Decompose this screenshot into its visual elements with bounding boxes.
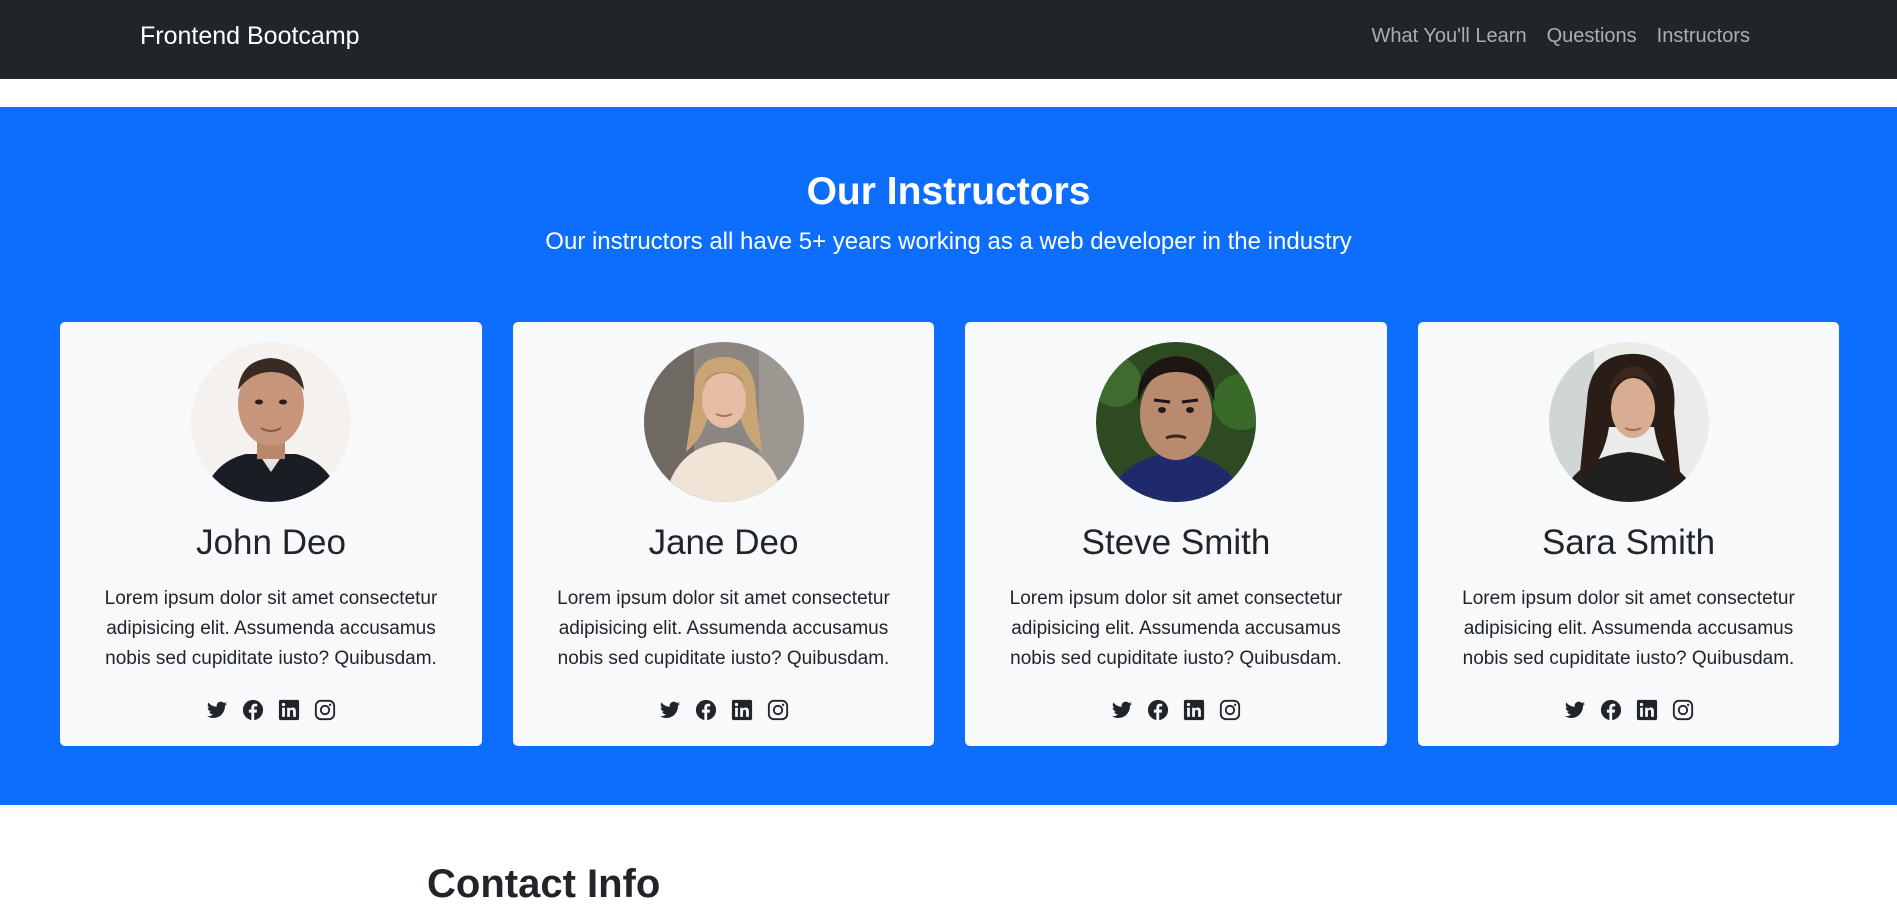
linkedin-icon[interactable] [278,699,300,721]
instructor-bio: Lorem ipsum dolor sit amet consectetur a… [1009,588,1343,669]
instructor-bio: Lorem ipsum dolor sit amet consectetur a… [557,588,890,669]
linkedin-icon[interactable] [731,699,753,721]
social-links [1418,699,1840,721]
nav-link-instructors[interactable]: Instructors [1657,22,1750,50]
instructor-name: John Deo [196,523,346,562]
avatar [1548,342,1709,502]
twitter-icon[interactable] [659,699,681,721]
avatar [643,342,804,502]
instructor-name: Jane Deo [648,523,799,562]
instructor-bio: Lorem ipsum dolor sit amet consectetur a… [1462,588,1795,669]
social-links [965,699,1387,721]
instagram-icon[interactable] [314,699,336,721]
social-links [513,699,935,721]
avatar-steve-image [1096,342,1256,502]
facebook-icon[interactable] [1600,699,1622,721]
avatar-john-image [191,342,351,502]
avatar-jane-image [643,342,804,502]
instructor-name: Sara Smith [1541,523,1716,562]
avatar-sara-image [1548,342,1709,502]
section-title: Our Instructors [806,170,1091,213]
avatar [1096,342,1256,502]
instructors-section: Our Instructors Our instructors all have… [0,107,1897,805]
social-links [60,699,482,721]
twitter-icon[interactable] [206,699,228,721]
navbar: Frontend Bootcamp What You'll Learn Ques… [0,0,1897,79]
linkedin-icon[interactable] [1183,699,1205,721]
nav-links: What You'll Learn Questions Instructors [1372,22,1750,50]
instructor-card: Steve Smith Lorem ipsum dolor sit amet c… [965,322,1387,746]
facebook-icon[interactable] [242,699,264,721]
instructor-card: Sara Smith Lorem ipsum dolor sit amet co… [1417,322,1840,746]
instagram-icon[interactable] [1672,699,1694,721]
facebook-icon[interactable] [1147,699,1169,721]
nav-link-what-youll-learn[interactable]: What You'll Learn [1372,22,1527,50]
linkedin-icon[interactable] [1636,699,1658,721]
instagram-icon[interactable] [767,699,789,721]
instructor-card: Jane Deo Lorem ipsum dolor sit amet cons… [512,322,935,746]
instructor-name: Steve Smith [1081,523,1271,562]
nav-link-questions[interactable]: Questions [1547,22,1637,50]
section-lead: Our instructors all have 5+ years workin… [545,228,1352,255]
instagram-icon[interactable] [1219,699,1241,721]
instructor-bio: Lorem ipsum dolor sit amet consectetur a… [104,588,438,669]
avatar [191,342,351,502]
next-section-heading: Contact Info [427,862,661,906]
twitter-icon[interactable] [1564,699,1586,721]
twitter-icon[interactable] [1111,699,1133,721]
instructor-cards: John Deo Lorem ipsum dolor sit amet cons… [60,322,1839,746]
navbar-brand[interactable]: Frontend Bootcamp [140,22,360,50]
instructor-card: John Deo Lorem ipsum dolor sit amet cons… [60,322,482,746]
facebook-icon[interactable] [695,699,717,721]
